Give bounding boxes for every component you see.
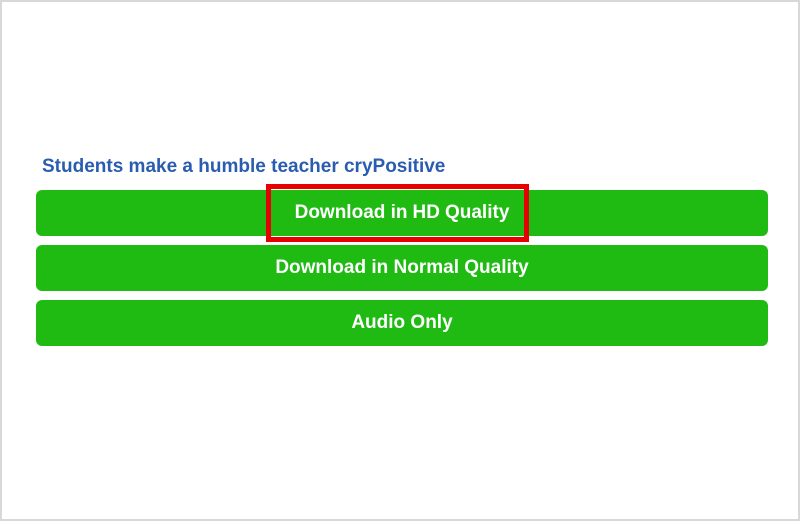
download-hd-suffix: Quality — [445, 202, 509, 224]
download-hd-bold: HD — [413, 202, 440, 224]
download-normal-label: Download in Normal Quality — [275, 257, 528, 279]
download-hd-prefix: Download in — [295, 202, 408, 224]
download-normal-button[interactable]: Download in Normal Quality — [36, 245, 768, 291]
download-hd-button[interactable]: Download in HD Quality — [36, 190, 768, 236]
download-panel: Students make a humble teacher cryPositi… — [36, 156, 768, 355]
download-audio-button[interactable]: Audio Only — [36, 300, 768, 346]
video-title-link[interactable]: Students make a humble teacher cryPositi… — [36, 156, 768, 178]
download-audio-label: Audio Only — [351, 312, 452, 334]
